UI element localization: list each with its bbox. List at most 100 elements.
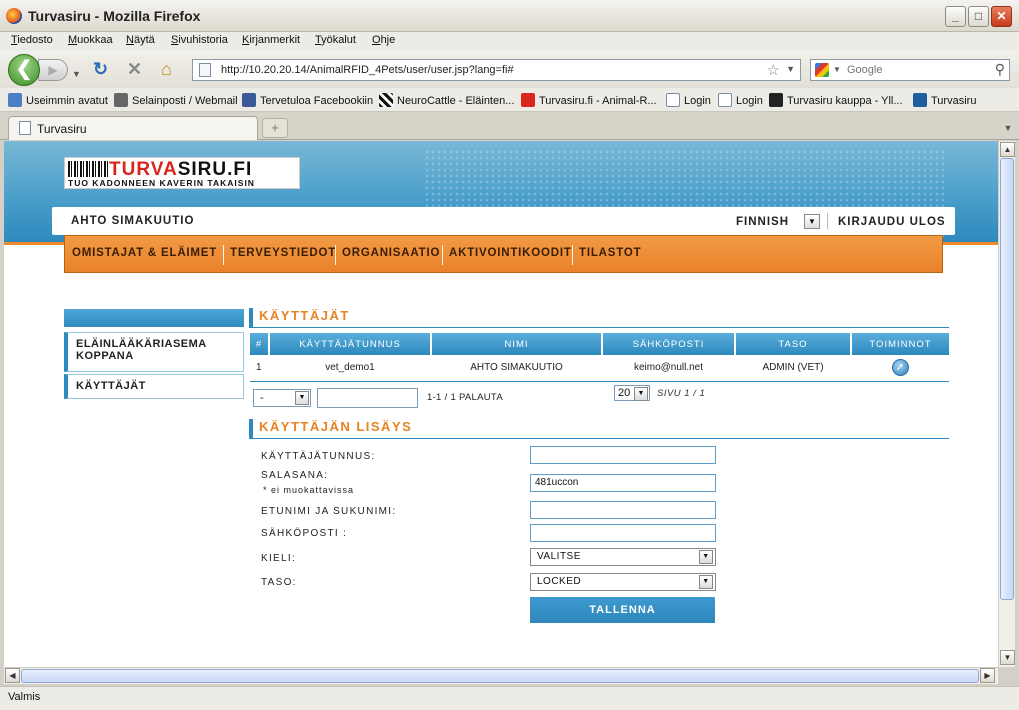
search-input[interactable] — [847, 63, 987, 77]
row-actions: ➚ — [851, 355, 949, 382]
filter-input[interactable] — [317, 388, 418, 408]
language-label[interactable]: FINNISH — [736, 216, 789, 228]
minimize-button[interactable]: _ — [945, 6, 966, 27]
scroll-left-icon[interactable]: ◀ — [5, 668, 20, 683]
bookmark-turvasiru[interactable]: Turvasiru — [913, 93, 976, 107]
forward-button[interactable]: ▶ — [38, 59, 68, 81]
tab-turvasiru[interactable]: Turvasiru — [8, 116, 258, 140]
scroll-down-icon[interactable]: ▼ — [1000, 650, 1015, 665]
nav-activation-codes[interactable]: AKTIVOINTIKOODIT — [449, 247, 572, 259]
firefox-icon — [6, 8, 22, 24]
per-page-select[interactable]: 20 ▼ — [614, 385, 650, 401]
page-icon — [199, 63, 211, 77]
stop-icon[interactable]: ✕ — [127, 60, 142, 78]
bookmark-turvasiru-animal[interactable]: Turvasiru.fi - Animal-R... — [521, 93, 657, 107]
webmail-icon — [114, 93, 128, 107]
page-icon — [19, 121, 31, 135]
url-dropdown-icon[interactable]: ▼ — [786, 64, 795, 74]
cow-icon — [379, 93, 393, 107]
bookmark-facebook[interactable]: Tervetuloa Facebookiin — [242, 93, 373, 107]
reload-icon[interactable]: ↻ — [93, 60, 108, 78]
nav-owners-animals[interactable]: OMISTAJAT & ELÄIMET — [72, 247, 217, 259]
menu-edit[interactable]: Muokkaa — [68, 34, 113, 46]
chevron-down-icon[interactable]: ▼ — [699, 550, 713, 564]
nav-health-records[interactable]: TERVEYSTIEDOT — [230, 247, 336, 259]
horizontal-scrollbar[interactable]: ◀ ▶ — [4, 667, 998, 684]
username-field[interactable] — [530, 446, 716, 464]
nav-statistics[interactable]: TILASTOT — [579, 247, 641, 259]
scroll-right-icon[interactable]: ▶ — [980, 668, 995, 683]
result-count[interactable]: 1-1 / 1 PALAUTA — [427, 392, 503, 403]
search-icon[interactable]: ⚲ — [995, 61, 1005, 78]
logout-link[interactable]: KIRJAUDU ULOS — [838, 216, 946, 228]
google-icon[interactable] — [815, 63, 829, 77]
page-content: TURVASIRU.FI TUO KADONNEEN KAVERIN TAKAI… — [4, 141, 998, 667]
menu-view[interactable]: Näytä — [126, 34, 155, 46]
close-button[interactable]: ✕ — [991, 6, 1012, 27]
filter-select[interactable]: - ▼ — [253, 389, 311, 407]
joomla-icon — [769, 93, 783, 107]
column-header[interactable]: TASO — [735, 333, 852, 355]
sidebar-item-users[interactable]: KÄYTTÄJÄT — [64, 374, 244, 399]
nav-divider — [223, 245, 224, 265]
bookmark-most-visited[interactable]: Useimmin avatut — [8, 93, 108, 107]
fullname-field[interactable] — [530, 501, 716, 519]
search-bar[interactable]: ▼ ⚲ — [810, 59, 1010, 81]
column-header: TOIMINNOT — [851, 333, 949, 355]
sidebar-item-clinic[interactable]: ELÄINLÄÄKÄRIASEMA KOPPANA — [64, 332, 244, 372]
menu-tools[interactable]: Työkalut — [315, 34, 356, 46]
edit-icon[interactable]: ➚ — [891, 359, 909, 377]
history-dropdown-icon[interactable]: ▼ — [72, 65, 81, 83]
column-header[interactable]: # — [250, 333, 270, 355]
site-logo[interactable]: TURVASIRU.FI TUO KADONNEEN KAVERIN TAKAI… — [64, 157, 300, 189]
new-tab-button[interactable]: + — [262, 118, 288, 138]
scroll-up-icon[interactable]: ▲ — [1000, 142, 1015, 157]
facebook-icon — [242, 93, 256, 107]
level-select[interactable]: LOCKED ▼ — [530, 573, 716, 591]
bookmark-shop[interactable]: Turvasiru kauppa - Yll... — [769, 93, 903, 107]
bookmark-login-2[interactable]: Login — [718, 93, 763, 107]
status-text: Valmis — [8, 691, 41, 703]
nav-organization[interactable]: ORGANISAATIO — [342, 247, 440, 259]
tab-list-dropdown-icon[interactable]: ▼ — [1001, 119, 1015, 137]
chevron-down-icon[interactable]: ▼ — [634, 387, 648, 401]
back-button[interactable]: ❮ — [8, 54, 40, 86]
menu-history[interactable]: Sivuhistoria — [171, 34, 228, 46]
chevron-down-icon[interactable]: ▼ — [699, 575, 713, 589]
bookmark-label: Turvasiru kauppa - Yll... — [787, 95, 903, 107]
language-dropdown-icon[interactable]: ▼ — [804, 214, 820, 229]
maximize-button[interactable]: □ — [968, 6, 989, 27]
address-bar[interactable]: http://10.20.20.14/AnimalRFID_4Pets/user… — [192, 59, 801, 81]
bookmark-login-1[interactable]: Login — [666, 93, 711, 107]
password-field[interactable]: 481uccon — [530, 474, 716, 492]
row-level: ADMIN (VET) — [735, 355, 851, 382]
vertical-scrollbar[interactable]: ▲ ▼ — [998, 141, 1015, 667]
column-header[interactable]: NIMI — [431, 333, 603, 355]
bookmark-label: NeuroCattle - Eläinten... — [397, 95, 515, 107]
row-name: AHTO SIMAKUUTIO — [431, 355, 602, 382]
bookmark-webmail[interactable]: Selainposti / Webmail — [114, 93, 238, 107]
main-navigation: OMISTAJAT & ELÄIMET TERVEYSTIEDOT ORGANI… — [64, 235, 943, 273]
bookmark-label: Turvasiru.fi - Animal-R... — [539, 95, 657, 107]
url-text[interactable]: http://10.20.20.14/AnimalRFID_4Pets/user… — [221, 64, 514, 76]
nav-divider — [442, 245, 443, 265]
tab-strip: Turvasiru + ▼ — [0, 113, 1019, 140]
vertical-scroll-thumb[interactable] — [1000, 158, 1014, 600]
save-button[interactable]: TALLENNA — [530, 597, 715, 623]
chevron-down-icon[interactable]: ▼ — [295, 391, 309, 405]
menu-help[interactable]: Ohje — [372, 34, 395, 46]
bookmark-star-icon[interactable]: ☆ — [767, 61, 780, 79]
column-header[interactable]: SÄHKÖPOSTI — [602, 333, 736, 355]
bookmark-label: Selainposti / Webmail — [132, 95, 238, 107]
email-field[interactable] — [530, 524, 716, 542]
menu-file[interactable]: Tiedosto — [11, 34, 53, 46]
column-header[interactable]: KÄYTTÄJÄTUNNUS — [269, 333, 432, 355]
turvasiru-icon — [521, 93, 535, 107]
language-select[interactable]: VALITSE ▼ — [530, 548, 716, 566]
menu-bookmarks[interactable]: Kirjanmerkit — [242, 34, 300, 46]
bookmark-neurocattle[interactable]: NeuroCattle - Eläinten... — [379, 93, 514, 107]
home-icon[interactable]: ⌂ — [161, 60, 172, 78]
search-engine-dropdown-icon[interactable]: ▼ — [833, 65, 841, 74]
table-header-row: # KÄYTTÄJÄTUNNUS NIMI SÄHKÖPOSTI TASO TO… — [250, 333, 949, 355]
horizontal-scroll-thumb[interactable] — [21, 669, 979, 683]
